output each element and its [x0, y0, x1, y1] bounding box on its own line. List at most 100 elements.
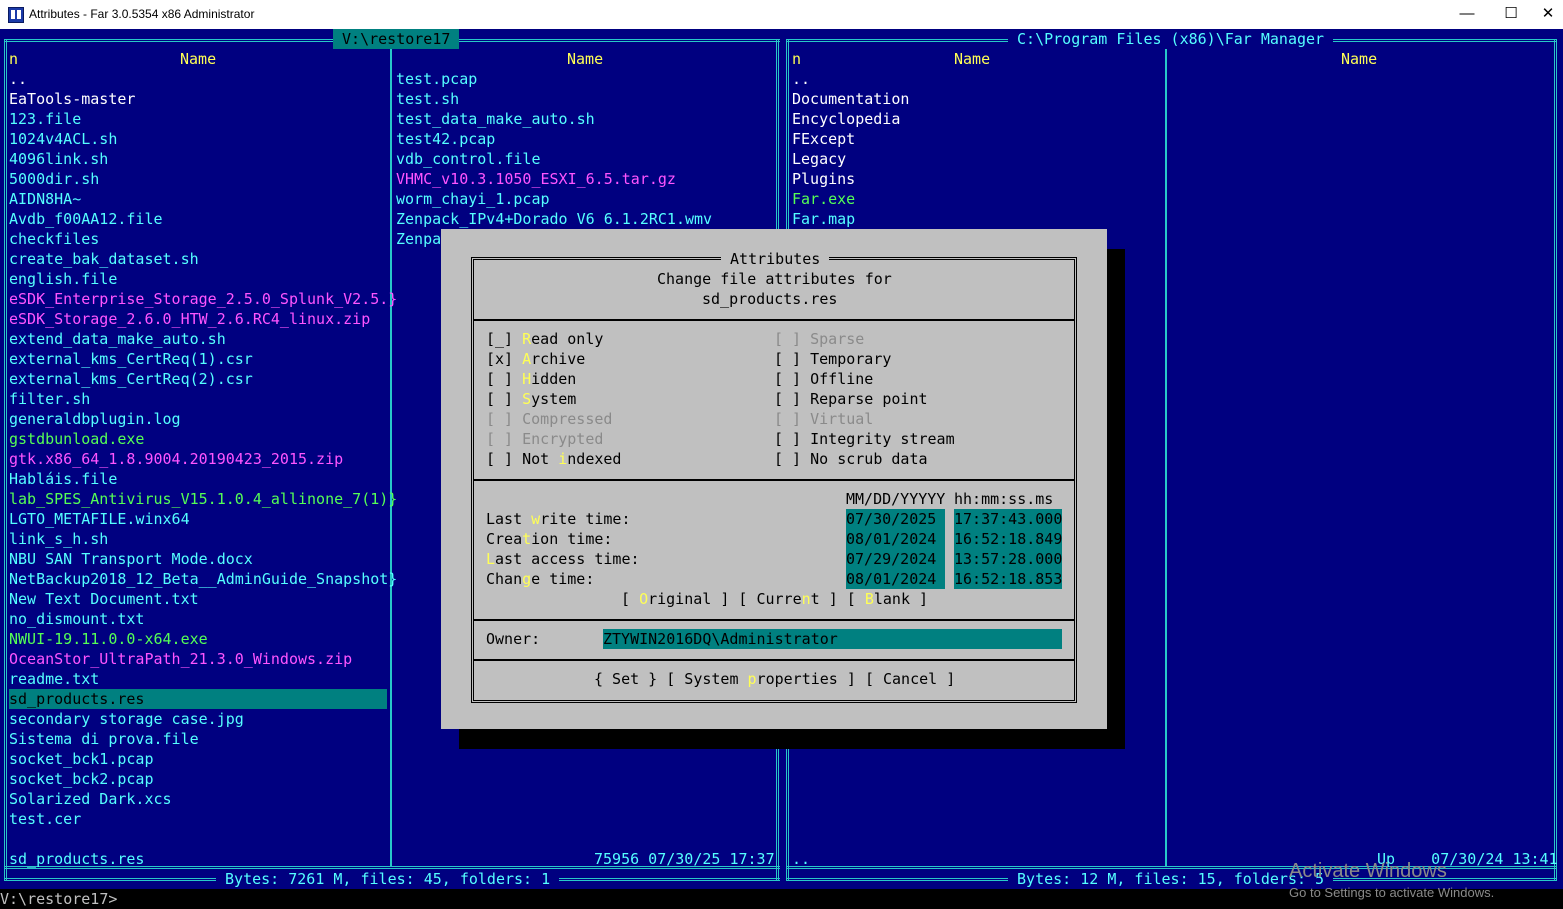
file-list-item[interactable]: 5000dir.sh [9, 169, 99, 189]
file-list-item[interactable]: worm_chayi_1.pcap [396, 189, 550, 209]
file-list-item[interactable]: NetBackup2018_12_Beta__AdminGuide_Snapsh… [9, 569, 397, 589]
file-list-item[interactable]: lab_SPES_Antivirus_V15.1.0.4_allinone_7(… [9, 489, 397, 509]
date-input[interactable]: 08/01/2024 [846, 529, 945, 549]
file-list-item[interactable]: english.file [9, 269, 117, 289]
file-list-item[interactable]: gstdbunload.exe [9, 429, 144, 449]
file-list-item[interactable]: LGTO_METAFILE.winx64 [9, 509, 190, 529]
attribute-checkbox[interactable]: [ ] Encrypted [486, 429, 603, 449]
window-title-bar[interactable]: Attributes - Far 3.0.5354 x86 Administra… [0, 0, 1563, 29]
file-list-item[interactable]: readme.txt [9, 669, 99, 689]
file-list-item[interactable]: test42.pcap [396, 129, 495, 149]
file-list-item[interactable]: 1024v4ACL.sh [9, 129, 117, 149]
dialog-button[interactable]: [ Blank ] [847, 590, 928, 608]
attribute-checkbox[interactable]: [_] Read only [486, 329, 603, 349]
time-input[interactable]: 17:37:43.000 [954, 509, 1062, 529]
file-list-item[interactable]: sd_products.res [9, 689, 387, 709]
right-path[interactable]: C:\Program Files (x86)\Far Manager [1008, 29, 1334, 49]
file-list-item[interactable]: generaldbplugin.log [9, 409, 181, 429]
file-list-item[interactable]: link_s_h.sh [9, 529, 108, 549]
file-list-item[interactable]: 4096link.sh [9, 149, 108, 169]
dialog-button[interactable]: [ Current ] [738, 590, 837, 608]
dialog-button[interactable]: [ Cancel ] [865, 670, 955, 688]
left-col2-header[interactable]: Name [567, 49, 603, 69]
file-list-item[interactable]: AIDN8HA~ [9, 189, 81, 209]
file-list-item[interactable]: Zenpack_IPv4+Dorado V6 6.1.2RC1.wmv [396, 209, 712, 229]
file-list-item[interactable]: test.pcap [396, 69, 477, 89]
maximize-button[interactable]: ☐ [1488, 0, 1534, 29]
file-list-item[interactable]: Far.map [792, 209, 855, 229]
left-path[interactable]: V:\restore17 [333, 29, 460, 49]
checkbox-box[interactable]: [ ] [774, 410, 801, 428]
attribute-checkbox[interactable]: [x] Archive [486, 349, 585, 369]
checkbox-box[interactable]: [ ] [486, 450, 513, 468]
file-list-item[interactable]: eSDK_Enterprise_Storage_2.5.0_Splunk_V2.… [9, 289, 397, 309]
right-col1-header[interactable]: Name [954, 49, 990, 69]
checkbox-box[interactable]: [ ] [774, 350, 801, 368]
attribute-checkbox[interactable]: [ ] No scrub data [774, 449, 928, 469]
file-list-item[interactable]: 123.file [9, 109, 81, 129]
file-list-item[interactable]: Zenpa [396, 229, 441, 249]
file-list-item[interactable]: Avdb_f00AA12.file [9, 209, 163, 229]
file-list-item[interactable]: VHMC_v10.3.1050_ESXI_6.5.tar.gz [396, 169, 676, 189]
file-list-item[interactable]: test_data_make_auto.sh [396, 109, 595, 129]
file-list-item[interactable]: .. [9, 69, 27, 89]
dialog-button[interactable]: { Set } [594, 670, 657, 688]
file-list-item[interactable]: Solarized Dark.xcs [9, 789, 172, 809]
file-list-item[interactable]: socket_bck2.pcap [9, 769, 154, 789]
command-line[interactable]: V:\restore17> [0, 889, 117, 909]
checkbox-box[interactable]: [ ] [774, 450, 801, 468]
file-list-item[interactable]: Documentation [792, 89, 909, 109]
attribute-checkbox[interactable]: [ ] Compressed [486, 409, 612, 429]
file-list-item[interactable]: Sistema di prova.file [9, 729, 199, 749]
left-col1-header[interactable]: Name [180, 49, 216, 69]
file-list-item[interactable]: test.sh [396, 89, 459, 109]
checkbox-box[interactable]: [ ] [774, 330, 801, 348]
file-list-item[interactable]: NBU SAN Transport Mode.docx [9, 549, 253, 569]
attribute-checkbox[interactable]: [ ] Offline [774, 369, 873, 389]
attribute-checkbox[interactable]: [ ] Sparse [774, 329, 864, 349]
file-list-item[interactable]: no_dismount.txt [9, 609, 144, 629]
file-list-item[interactable]: socket_bck1.pcap [9, 749, 154, 769]
checkbox-box[interactable]: [x] [486, 350, 513, 368]
file-list-item[interactable]: secondary storage case.jpg [9, 709, 244, 729]
checkbox-box[interactable]: [ ] [774, 370, 801, 388]
file-list-item[interactable]: eSDK_Storage_2.6.0_HTW_2.6.RC4_linux.zip [9, 309, 370, 329]
file-list-item[interactable]: OceanStor_UltraPath_21.3.0_Windows.zip [9, 649, 352, 669]
date-input[interactable]: 08/01/2024 [846, 569, 945, 589]
checkbox-box[interactable]: [_] [486, 330, 513, 348]
checkbox-box[interactable]: [ ] [486, 390, 513, 408]
file-list-item[interactable]: extend_data_make_auto.sh [9, 329, 226, 349]
file-list-item[interactable]: Habláis.file [9, 469, 117, 489]
file-list-item[interactable]: external_kms_CertReq(1).csr [9, 349, 253, 369]
file-list-item[interactable]: EaTools-master [9, 89, 135, 109]
file-list-item[interactable]: gtk.x86_64_1.8.9004.20190423_2015.zip [9, 449, 343, 469]
file-list-item[interactable]: vdb_control.file [396, 149, 541, 169]
checkbox-box[interactable]: [ ] [486, 410, 513, 428]
file-list-item[interactable]: filter.sh [9, 389, 90, 409]
attribute-checkbox[interactable]: [ ] System [486, 389, 576, 409]
attributes-dialog[interactable]: Attributes Change file attributes for sd… [441, 229, 1107, 729]
file-list-item[interactable]: FExcept [792, 129, 855, 149]
file-list-item[interactable]: create_bak_dataset.sh [9, 249, 199, 269]
file-list-item[interactable]: NWUI-19.11.0.0-x64.exe [9, 629, 208, 649]
checkbox-box[interactable]: [ ] [486, 430, 513, 448]
dialog-button[interactable]: [ Original ] [621, 590, 729, 608]
file-list-item[interactable]: test.cer [9, 809, 81, 829]
attribute-checkbox[interactable]: [ ] Not indexed [486, 449, 621, 469]
file-list-item[interactable]: Encyclopedia [792, 109, 900, 129]
time-input[interactable]: 13:57:28.000 [954, 549, 1062, 569]
file-list-item[interactable]: external_kms_CertReq(2).csr [9, 369, 253, 389]
checkbox-box[interactable]: [ ] [486, 370, 513, 388]
file-list-item[interactable]: .. [792, 69, 810, 89]
checkbox-box[interactable]: [ ] [774, 390, 801, 408]
attribute-checkbox[interactable]: [ ] Hidden [486, 369, 576, 389]
file-list-item[interactable]: Far.exe [792, 189, 855, 209]
file-list-item[interactable]: checkfiles [9, 229, 99, 249]
attribute-checkbox[interactable]: [ ] Virtual [774, 409, 873, 429]
attribute-checkbox[interactable]: [ ] Temporary [774, 349, 891, 369]
checkbox-box[interactable]: [ ] [774, 430, 801, 448]
file-list-item[interactable]: Legacy [792, 149, 846, 169]
date-input[interactable]: 07/30/2025 [846, 509, 945, 529]
date-input[interactable]: 07/29/2024 [846, 549, 945, 569]
owner-input[interactable]: ZTYWIN2016DQ\Administrator [603, 629, 1062, 649]
